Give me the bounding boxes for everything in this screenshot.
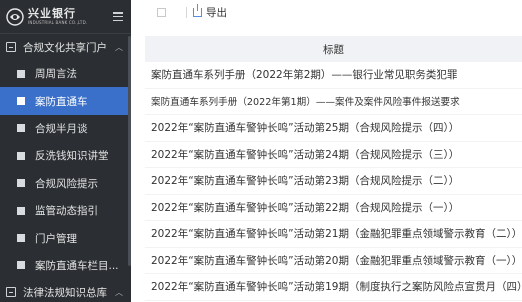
table-row[interactable]: 案防直通车系列手册（2022年第2期）——银行业常见职务类犯罪 [145,62,522,89]
sidebar-item-label: 合规半月谈 [35,122,88,135]
menu-item-icon [17,179,25,188]
table-row[interactable]: 案防直通车系列手册（2022年第1期）——案件及案件风险事件报送要求 [145,89,522,115]
menu-item-icon [17,124,25,133]
library-icon [6,287,16,298]
export-button[interactable]: 导出 [193,3,227,20]
sidebar-item-label: 合规风险提示 [35,177,98,190]
sidebar-item-label: 门户管理 [35,232,77,245]
sidebar-item-label: 案防直通车栏目... [35,259,119,272]
sidebar-item-label: 监管动态指引 [35,205,98,218]
menu-item-icon [17,261,25,270]
menu-item-icon [17,69,25,78]
select-all-checkbox[interactable] [157,7,166,17]
chevron-up-icon: ︿ [115,287,123,297]
sidebar-group-label: 法律法规知识总库 [23,286,107,299]
sidebar-item-column-manage[interactable]: 案防直通车栏目... [0,252,131,279]
export-icon [193,3,202,17]
sidebar-item-risk-alert[interactable]: 合规风险提示 [0,170,131,197]
export-label: 导出 [206,6,227,19]
brand-name: 兴业银行 [28,7,76,20]
sidebar-item-label: 案防直通车 [35,95,88,108]
sidebar-item-aml-lecture[interactable]: 反洗钱知识讲堂 [0,142,131,169]
column-header-title: 标题 [323,43,344,56]
toolbar-divider [186,6,187,18]
table-header: 标题 [145,36,522,62]
document-table: 标题 案防直通车系列手册（2022年第2期）——银行业常见职务类犯罪 案防直通车… [145,36,522,301]
table-row[interactable]: 2022年“案防直通车警钟长鸣”活动第22期（合规风险提示（一）） [145,195,522,221]
sidebar-header: 兴业银行 INDUSTRIAL BANK CO.,LTD. [0,0,131,34]
table-row[interactable]: 2022年“案防直通车警钟长鸣”活动第19期（制度执行之案防风险点宣贯月（四）） [145,274,522,301]
menu-item-icon [17,206,25,215]
table-row[interactable]: 2022年“案防直通车警钟长鸣”活动第25期（合规风险提示（四）） [145,115,522,142]
sidebar-item-portal-admin[interactable]: 门户管理 [0,224,131,251]
bank-logo-icon [6,7,24,26]
sidebar-item-label: 反洗钱知识讲堂 [35,150,109,163]
menu-item-icon [17,97,25,106]
sidebar-item-case-prevention[interactable]: 案防直通车 [0,87,131,115]
table-row[interactable]: 2022年“案防直通车警钟长鸣”活动第21期（金融犯罪重点领域警示教育（二）） [145,221,522,248]
sidebar-item-weekly-law[interactable]: 周周言法 [0,60,131,87]
sidebar-item-compliance-talk[interactable]: 合规半月谈 [0,115,131,142]
menu-item-icon [17,151,25,160]
table-row[interactable]: 2022年“案防直通车警钟长鸣”活动第23期（合规风险提示（二）） [145,168,522,195]
sidebar-item-label: 周周言法 [35,68,77,81]
sidebar-group-label: 合规文化共享门户 [23,41,107,54]
sidebar-item-regulatory-guide[interactable]: 监管动态指引 [0,197,131,224]
toolbar: 导出 [131,0,522,24]
menu-toggle-icon[interactable] [113,12,123,21]
sidebar-group-law-library[interactable]: 法律法规知识总库 ︿ [0,279,131,302]
menu-item-icon [17,234,25,243]
sidebar: 兴业银行 INDUSTRIAL BANK CO.,LTD. 合规文化共享门户 ︿… [0,0,131,302]
chevron-up-icon: ︿ [115,42,123,52]
main-content: 导出 标题 案防直通车系列手册（2022年第2期）——银行业常见职务类犯罪 案防… [131,0,522,302]
brand-name-en: INDUSTRIAL BANK CO.,LTD. [28,20,88,25]
sidebar-group-compliance-portal[interactable]: 合规文化共享门户 ︿ [0,34,131,60]
brand-logo: 兴业银行 INDUSTRIAL BANK CO.,LTD. [28,8,87,25]
table-row[interactable]: 2022年“案防直通车警钟长鸣”活动第24期（合规风险提示（三）） [145,142,522,168]
table-row[interactable]: 2022年“案防直通车警钟长鸣”活动第20期（金融犯罪重点领域警示教育（一）） [145,248,522,274]
portal-icon [6,42,16,52]
